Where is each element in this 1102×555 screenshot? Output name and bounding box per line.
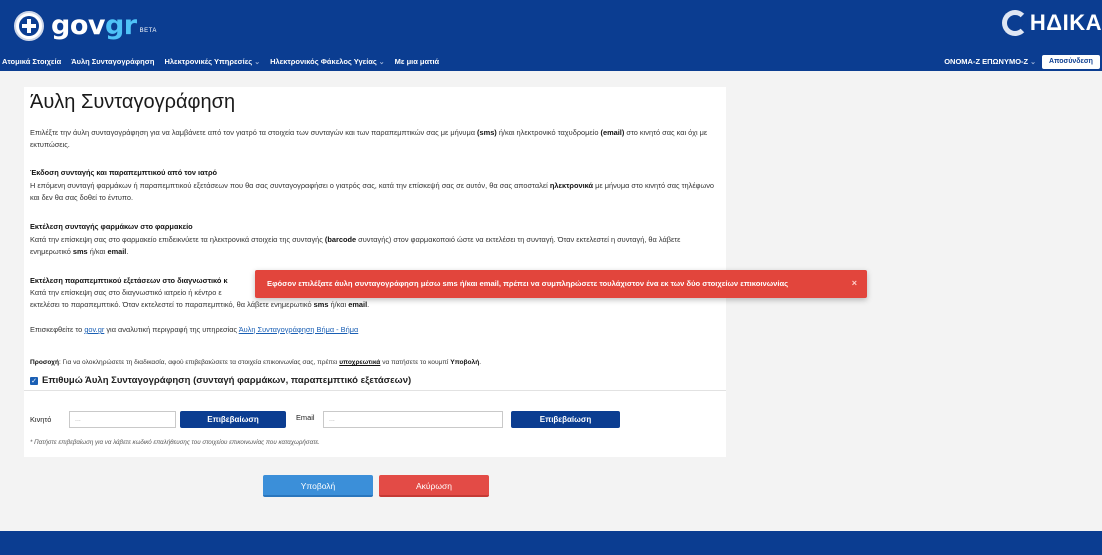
bold-text: ηλεκτρονικά xyxy=(549,181,594,190)
e-prescription-checkbox-row[interactable]: ✓ Επιθυμώ Άυλη Συνταγογράφηση (συνταγή φ… xyxy=(30,375,411,386)
govgr-logo[interactable]: govgr BETA xyxy=(14,11,157,41)
bold-text: sms xyxy=(313,300,329,309)
section-text-pharmacy: Κατά την επίσκεψη σας στο φαρμακείο επιδ… xyxy=(30,234,720,259)
text-part: Κατά την επίσκεψη σας στο φαρμακείο επιδ… xyxy=(30,235,325,244)
text-part: ή/και xyxy=(87,247,108,257)
nav-item-personal-info[interactable]: Ατομικά Στοιχεία xyxy=(2,56,61,69)
chevron-down-icon: ⌄ xyxy=(378,59,385,66)
page-title: Άυλη Συνταγογράφηση xyxy=(30,91,236,113)
idika-ring-icon xyxy=(1001,10,1028,36)
nav-menu: Ατομικά Στοιχεία Άυλη Συνταγογράφηση Ηλε… xyxy=(2,56,439,69)
intro-part: ή/και ηλεκτρονικό ταχυδρομείο xyxy=(496,128,601,137)
section-text-diagnostic-line2: εκτελέσει το παραπεμπτικό. Όταν εκτελεστ… xyxy=(30,299,720,311)
submit-button[interactable]: Υποβολή xyxy=(263,475,373,497)
text-part: Η επόμενη συνταγή φαρμάκων ή παραπεμπτικ… xyxy=(30,181,550,190)
intro-part: Επιλέξτε την άυλη συνταγογράφηση για να … xyxy=(30,128,478,137)
email-confirm-button[interactable]: Επιβεβαίωση xyxy=(511,411,620,428)
attention-note: Προσοχή: Για να ολοκληρώσετε τη διαδικασ… xyxy=(30,358,481,368)
text-part: . xyxy=(126,247,129,257)
nav-label: Άυλη Συνταγογράφηση xyxy=(71,57,155,66)
section-text-issue: Η επόμενη συνταγή φαρμάκων ή παραπεμπτικ… xyxy=(30,180,720,205)
text-part: για αναλυτική περιγραφή της υπηρεσίας xyxy=(104,325,239,334)
checkbox-label: Επιθυμώ Άυλη Συνταγογράφηση (συνταγή φαρ… xyxy=(42,375,412,386)
idika-logo-text: ΗΔΙΚΑ xyxy=(1029,10,1102,35)
email-input[interactable]: ... xyxy=(323,411,503,428)
logout-button[interactable]: Αποσύνδεση xyxy=(1042,55,1100,69)
mobile-input[interactable]: ... xyxy=(69,411,176,428)
section-heading-pharmacy: Εκτέλεση συνταγής φαρμάκων στο φαρμακείο xyxy=(30,222,193,231)
intro-sms: (sms) xyxy=(477,128,497,137)
text-part: . xyxy=(367,300,370,309)
bold-text: email xyxy=(107,247,127,257)
user-name: ΟΝΟΜΑ-Ζ ΕΠΩΝΥΜΟ-Ζ xyxy=(944,57,1029,66)
checkbox-checked-icon[interactable]: ✓ xyxy=(30,376,38,385)
note-submit: Υποβολή xyxy=(450,359,480,366)
logo-text: govgr xyxy=(51,11,137,41)
confirm-hint: * Πατήστε επιβεβαίωση για να λάβετε κωδι… xyxy=(30,439,320,446)
nav-label: Ηλεκτρονικός Φάκελος Υγείας xyxy=(270,57,377,66)
top-header: govgr BETA ΗΔΙΚΑ xyxy=(0,0,1102,54)
text-part: . xyxy=(479,359,482,366)
section-heading-issue: Έκδοση συνταγής και παραπεμπτικού από το… xyxy=(30,168,218,177)
bold-text: sms xyxy=(72,247,88,257)
logo-gov: gov xyxy=(51,10,105,41)
beta-badge: BETA xyxy=(139,27,157,34)
nav-label: Ηλεκτρονικές Υπηρεσίες xyxy=(164,57,253,66)
email-label: Email xyxy=(296,413,315,422)
nav-label: Ατομικά Στοιχεία xyxy=(2,57,62,66)
idika-logo: ΗΔΙΚΑ xyxy=(1001,10,1102,36)
close-icon[interactable]: × xyxy=(852,278,857,288)
govgr-link[interactable]: gov.gr xyxy=(84,325,104,334)
user-menu[interactable]: ΟΝΟΜΑ-Ζ ΕΠΩΝΥΜΟ-Ζ ⌄ xyxy=(944,56,1036,69)
visit-text: Επισκεφθείτε το gov.gr για αναλυτική περ… xyxy=(30,324,720,336)
form-divider xyxy=(24,390,726,391)
nav-item-e-prescription[interactable]: Άυλη Συνταγογράφηση xyxy=(71,56,154,69)
logo-gr: gr xyxy=(104,10,137,41)
nav-label: Με μια ματιά xyxy=(394,57,440,66)
bold-text: email xyxy=(348,300,368,309)
error-message: Εφόσον επιλέξατε άυλη συνταγογράφηση μέσ… xyxy=(267,279,789,288)
nav-item-health-record[interactable]: Ηλεκτρονικός Φάκελος Υγείας ⌄ xyxy=(270,56,385,69)
section-heading-diagnostic: Εκτέλεση παραπεμπτικού εξετάσεων στο δια… xyxy=(30,276,228,285)
error-toast: Εφόσον επιλέξατε άυλη συνταγογράφηση μέσ… xyxy=(255,270,867,298)
text-part: να πατήσετε το κουμπί xyxy=(380,359,451,366)
text-part: Επισκεφθείτε το xyxy=(30,325,85,334)
note-must: υποχρεωτικά xyxy=(339,359,381,366)
mobile-confirm-button[interactable]: Επιβεβαίωση xyxy=(180,411,286,428)
intro-text: Επιλέξτε την άυλη συνταγογράφηση για να … xyxy=(30,127,720,152)
nav-item-e-services[interactable]: Ηλεκτρονικές Υπηρεσίες ⌄ xyxy=(164,56,260,69)
cancel-button[interactable]: Ακύρωση xyxy=(379,475,489,497)
main-navigation: Ατομικά Στοιχεία Άυλη Συνταγογράφηση Ηλε… xyxy=(0,54,1102,71)
chevron-down-icon: ⌄ xyxy=(1030,59,1036,66)
text-part: εκτελέσει το παραπεμπτικό. Όταν εκτελεστ… xyxy=(30,300,314,309)
page-footer xyxy=(0,531,1102,555)
mobile-label: Κινητό xyxy=(30,415,52,424)
note-label: Προσοχή xyxy=(30,359,59,366)
chevron-down-icon: ⌄ xyxy=(254,59,261,66)
intro-email: (email) xyxy=(600,128,625,137)
step-by-step-link[interactable]: Άυλη Συνταγογράφηση Βήμα - Βήμα xyxy=(239,325,359,334)
text-part: : Για να ολοκληρώσετε τη διαδικασία, αφο… xyxy=(59,359,340,366)
greek-emblem-icon xyxy=(14,11,44,41)
bold-text: (barcode xyxy=(324,235,357,244)
text-part: ή/και xyxy=(328,300,349,309)
nav-item-at-a-glance[interactable]: Με μια ματιά xyxy=(395,56,440,69)
